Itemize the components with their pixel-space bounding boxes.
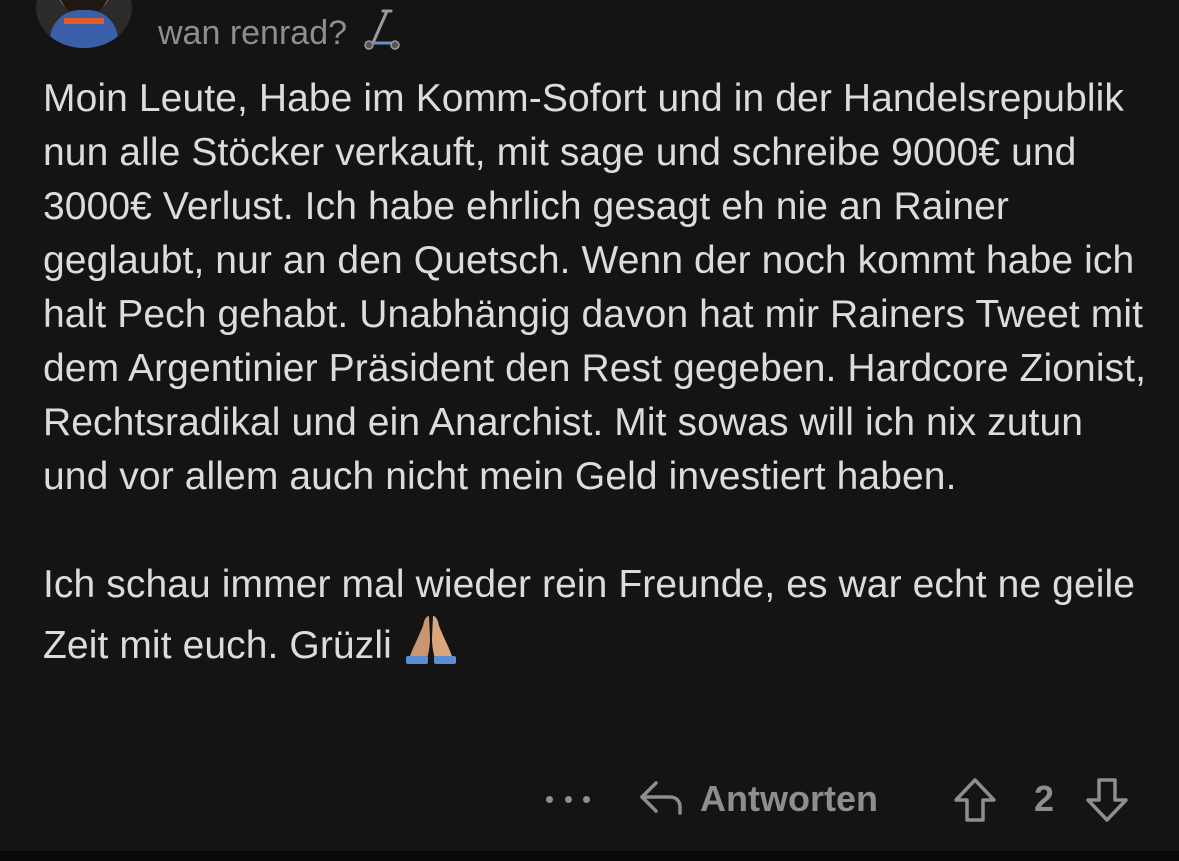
reply-button[interactable]: Antworten [638, 776, 878, 822]
comment-header: wan renrad? [36, 0, 401, 52]
avatar[interactable] [36, 0, 132, 48]
reply-arrow-icon [638, 777, 684, 822]
comment: wan renrad? Moin Leute, Habe im Komm-Sof… [0, 0, 1179, 861]
folded-hands-emoji [402, 612, 460, 679]
comment-paragraph-2: Ich schau immer mal wieder rein Freunde,… [43, 558, 1153, 679]
comment-paragraph-2-text: Ich schau immer mal wieder rein Freunde,… [43, 563, 1136, 667]
scooter-icon [361, 7, 401, 60]
ellipsis-icon [546, 795, 553, 803]
avatar-stripe [64, 18, 104, 24]
downvote-arrow-icon [1084, 778, 1130, 828]
author-name[interactable]: wan renrad? [158, 14, 347, 53]
upvote-arrow-icon [952, 778, 998, 828]
avatar-shirt [50, 10, 118, 48]
downvote-button[interactable] [1084, 776, 1130, 829]
vote-count: 2 [1034, 778, 1055, 819]
comment-paragraph-1: Moin Leute, Habe im Komm-Sofort und in d… [43, 77, 1147, 498]
more-options-button[interactable] [546, 784, 590, 814]
comment-actions: Antworten 2 [0, 770, 1179, 830]
ellipsis-icon [583, 795, 590, 803]
author-line: wan renrad? [158, 7, 401, 60]
comment-body: Moin Leute, Habe im Komm-Sofort und in d… [43, 72, 1153, 679]
reply-label: Antworten [700, 778, 878, 819]
ellipsis-icon [564, 795, 572, 803]
upvote-button[interactable] [952, 776, 998, 829]
bottom-divider [0, 851, 1179, 861]
